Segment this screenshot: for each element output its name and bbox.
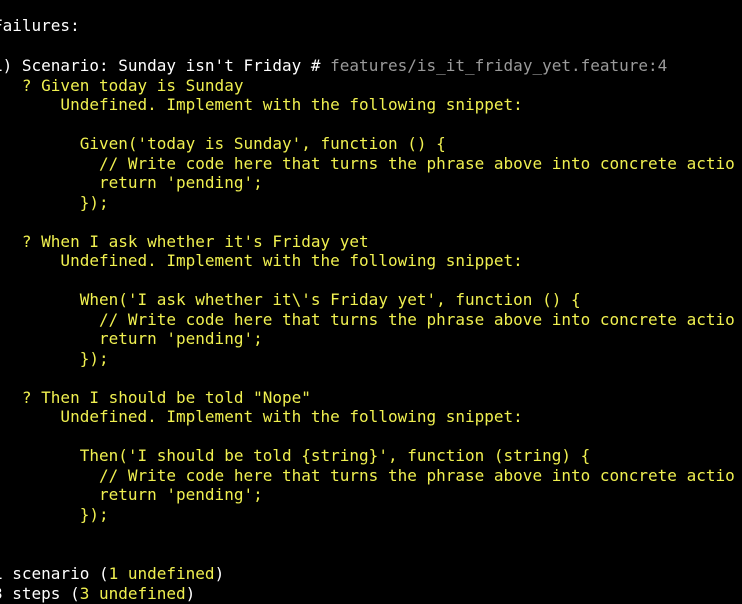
scenario-summary-undefined: 1 undefined xyxy=(108,564,215,583)
step-then: ? Then I should be told "Nope" xyxy=(0,387,311,407)
steps-summary: 3 steps (3 undefined) xyxy=(0,584,195,604)
undefined-message: Undefined. Implement with the following … xyxy=(0,95,523,114)
snippet-line: // Write code here that turns the phrase… xyxy=(0,153,735,173)
snippet-line: }); xyxy=(0,348,109,368)
steps-summary-suffix: ) xyxy=(185,583,196,603)
snippet-line: Then('I should be told {string}', functi… xyxy=(0,446,591,465)
snippet-line: Given('today is Sunday', function () { xyxy=(0,134,446,153)
scenario-location: features/is_it_friday_yet.feature:4 xyxy=(330,56,668,75)
snippet-line: // Write code here that turns the phrase… xyxy=(0,309,735,329)
step-when: ? When I ask whether it's Friday yet xyxy=(0,231,369,251)
step-given: ? Given today is Sunday xyxy=(0,75,244,95)
scenario-summary-suffix: ) xyxy=(214,564,225,583)
snippet-line: }); xyxy=(0,192,109,212)
steps-summary-undefined: 3 undefined xyxy=(79,583,186,603)
scenario-line: 1) Scenario: Sunday isn't Friday # featu… xyxy=(0,56,667,76)
scenario-title: 1) Scenario: Sunday isn't Friday # xyxy=(0,56,331,75)
undefined-message: Undefined. Implement with the following … xyxy=(0,407,523,426)
scenario-summary: 1 scenario (1 undefined) xyxy=(0,564,224,584)
terminal-output: Failures: 1) Scenario: Sunday isn't Frid… xyxy=(0,0,742,604)
snippet-line: return 'pending'; xyxy=(0,485,263,504)
failures-header: Failures: xyxy=(0,16,80,35)
snippet-line: // Write code here that turns the phrase… xyxy=(0,465,735,485)
snippet-line: return 'pending'; xyxy=(0,329,263,348)
undefined-message: Undefined. Implement with the following … xyxy=(0,251,523,270)
steps-summary-prefix: 3 steps ( xyxy=(0,583,80,603)
scenario-summary-prefix: 1 scenario ( xyxy=(0,564,109,583)
snippet-line: }); xyxy=(0,504,109,524)
snippet-line: When('I ask whether it\'s Friday yet', f… xyxy=(0,290,581,309)
snippet-line: return 'pending'; xyxy=(0,173,263,192)
